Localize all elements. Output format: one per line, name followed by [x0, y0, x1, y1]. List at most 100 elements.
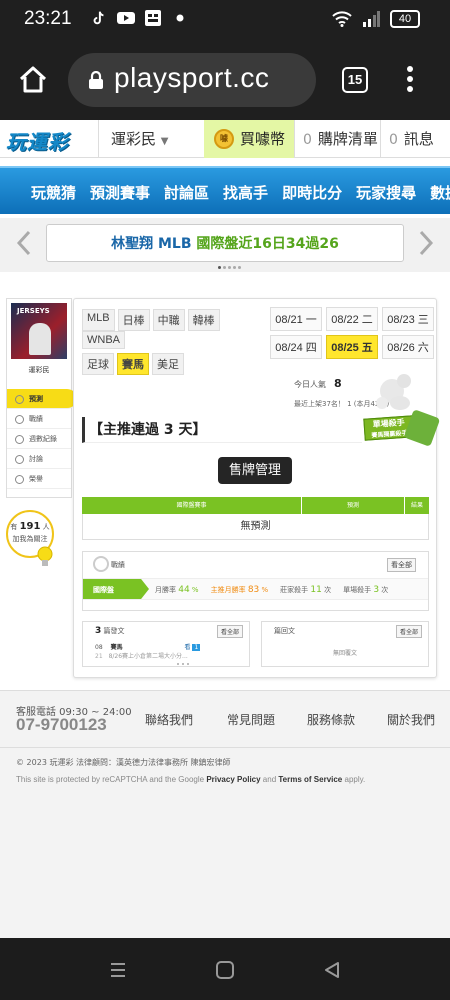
chevron-right-icon[interactable] [418, 230, 434, 256]
date-0821[interactable]: 08/21 一 [270, 307, 322, 331]
signal-icon [363, 11, 380, 27]
lotto-menu[interactable]: 運彩民 ▼ [98, 120, 204, 158]
menu-item-forum[interactable]: 討論區 [157, 182, 216, 203]
lightbulb-icon [37, 546, 53, 566]
sport-tag-nfl[interactable]: 美足 [152, 353, 184, 375]
recents-icon[interactable] [108, 960, 128, 980]
date-0824[interactable]: 08/24 四 [270, 335, 322, 359]
home-icon[interactable] [17, 64, 49, 96]
youtube-icon [117, 12, 135, 24]
date-0826[interactable]: 08/26 六 [382, 335, 434, 359]
table-header-result: 結果 [410, 502, 423, 509]
profile-menu-record[interactable]: 戰績 [7, 409, 71, 429]
posts-pager [177, 663, 189, 665]
sport-tag-mlb[interactable]: MLB [82, 309, 115, 331]
recaptcha-notice: This site is protected by reCAPTCHA and … [16, 775, 366, 784]
address-bar[interactable]: playsport.cc [68, 53, 316, 107]
replies-view-all-button[interactable]: 看全部 [395, 625, 422, 638]
footer-link-about[interactable]: 關於我們 [387, 711, 447, 728]
promo-banner: 林聖翔 MLB 國際盤近16日34過26 [0, 218, 450, 272]
table-header-match: 國際盤賽事 [82, 497, 302, 514]
performance-strip: 國際盤 月勝率 44 % 主推月勝率 83 % 莊家殺手 11 次 單場殺手 3… [83, 578, 428, 600]
url-text: playsport.cc [114, 62, 270, 93]
service-phone[interactable]: 07-9700123 [16, 715, 107, 735]
profile-menu: 預測 戰績 週數紀錄 討論 榮譽 [7, 389, 77, 489]
terms-of-service-link[interactable]: Terms of Service [278, 775, 342, 784]
avatar[interactable]: JERSEYS [11, 303, 67, 359]
table-empty-message: 無預測 [82, 514, 429, 540]
system-nav-bar [0, 938, 450, 1000]
status-bar: 23:21 40 [0, 0, 450, 40]
copyright: © 2023 玩運彩 法律顧問：漢英德力法律事務所 陳鎮宏律師 [16, 758, 231, 767]
site-header: 玩運彩 運彩民 ▼ 噱買噱幣 0 購牌清單 0 訊息 [0, 120, 450, 158]
app-icon [145, 10, 161, 26]
footer-link-faq[interactable]: 常見問題 [227, 711, 307, 728]
main-menu: 玩競猜 預測賽事 討論區 找高手 即時比分 玩家搜尋 數據 [0, 166, 450, 214]
date-0825[interactable]: 08/25 五 [326, 335, 378, 359]
banner-message[interactable]: 林聖翔 MLB 國際盤近16日34過26 [46, 224, 404, 262]
cart-count: 0 [303, 132, 312, 148]
buy-coin-button[interactable]: 噱買噱幣 [204, 120, 294, 158]
footer-link-terms[interactable]: 服務條款 [307, 711, 387, 728]
dot-icon [176, 14, 184, 22]
perf-month-win-rate: 月勝率 44 % [155, 585, 199, 595]
post-item[interactable]: 08 賽馬 看 1 21 8/26賽上小倉第二場大小分... [95, 642, 201, 660]
date-0822[interactable]: 08/22 二 [326, 307, 378, 331]
clock: 23:21 [24, 8, 72, 29]
messages-link[interactable]: 0 訊息 [380, 120, 450, 158]
menu-item-experts[interactable]: 找高手 [216, 182, 275, 203]
chat-icon [15, 455, 24, 464]
banner-text: 國際盤近16日34過26 [196, 236, 339, 252]
chart-icon [15, 415, 24, 424]
performance-view-all-button[interactable]: 看全部 [387, 558, 416, 572]
sport-tag-wnba[interactable]: WNBA [82, 331, 125, 349]
tab-switcher-button[interactable]: 15 [342, 67, 368, 93]
system-icons: 40 [332, 10, 420, 28]
date-selector: 08/21 一 08/22 二 08/23 三 08/24 四 08/25 五 … [270, 307, 434, 359]
wifi-icon [332, 11, 352, 27]
menu-item-predict[interactable]: 預測賽事 [83, 182, 157, 203]
sport-tags-row-1: MLB 日棒 中職 韓棒 [82, 309, 220, 331]
sport-tag-soccer[interactable]: 足球 [82, 353, 114, 375]
banner-pager [218, 266, 241, 269]
notification-icons [90, 10, 189, 26]
sales-management-button[interactable]: 售牌管理 [218, 457, 292, 484]
sport-tag-npb[interactable]: 日棒 [117, 309, 150, 331]
menu-item-player-search[interactable]: 玩家搜尋 [349, 182, 423, 203]
posts-view-all-button[interactable]: 看全部 [216, 625, 243, 638]
prediction-card: MLB 日棒 中職 韓棒 WNBA 足球 賽馬 美足 08/21 一 08/22… [73, 298, 441, 678]
profile-menu-honor[interactable]: 榮譽 [7, 469, 71, 489]
site-footer: 客服電話 09:30 ~ 24:00 07-9700123 聯絡我們 常見問題 … [0, 690, 450, 938]
site-logo[interactable]: 玩運彩 [6, 126, 90, 154]
chevron-left-icon[interactable] [16, 230, 32, 256]
table-header-predict: 預測 [302, 497, 405, 514]
caret-down-icon: ▼ [160, 136, 169, 147]
target-icon [93, 556, 109, 572]
menu-item-data[interactable]: 數據 [423, 182, 450, 203]
sport-tag-cpbl[interactable]: 中職 [152, 309, 185, 331]
footer-link-contact[interactable]: 聯絡我們 [145, 711, 227, 728]
footer-links: 聯絡我們 常見問題 服務條款 關於我們 [145, 711, 447, 728]
home-nav-icon[interactable] [215, 960, 235, 980]
sport-tags-row-2: WNBA [82, 331, 125, 349]
msg-count: 0 [389, 132, 398, 148]
battery-icon: 40 [390, 10, 420, 28]
posts-count: 3 [95, 626, 102, 636]
browser-menu-icon[interactable] [400, 66, 420, 94]
profile-menu-discuss[interactable]: 討論 [7, 449, 71, 469]
menu-item-live-score[interactable]: 即時比分 [275, 182, 349, 203]
coin-icon: 噱 [214, 129, 234, 149]
perf-international[interactable]: 國際盤 [83, 579, 149, 599]
privacy-policy-link[interactable]: Privacy Policy [206, 775, 260, 784]
profile-menu-weekly[interactable]: 週數紀錄 [7, 429, 71, 449]
sport-tag-horse-racing[interactable]: 賽馬 [117, 353, 149, 375]
profile-menu-predict[interactable]: 預測 [7, 389, 77, 409]
record-icon [15, 435, 24, 444]
back-icon[interactable] [322, 960, 342, 980]
post-item-tag: 1 [192, 644, 201, 651]
cart-link[interactable]: 0 購牌清單 [294, 120, 380, 158]
date-0823[interactable]: 08/23 三 [382, 307, 434, 331]
sport-tag-kbo[interactable]: 韓棒 [187, 309, 220, 331]
menu-item-play-guess[interactable]: 玩競猜 [24, 182, 83, 203]
lock-icon [89, 71, 103, 89]
